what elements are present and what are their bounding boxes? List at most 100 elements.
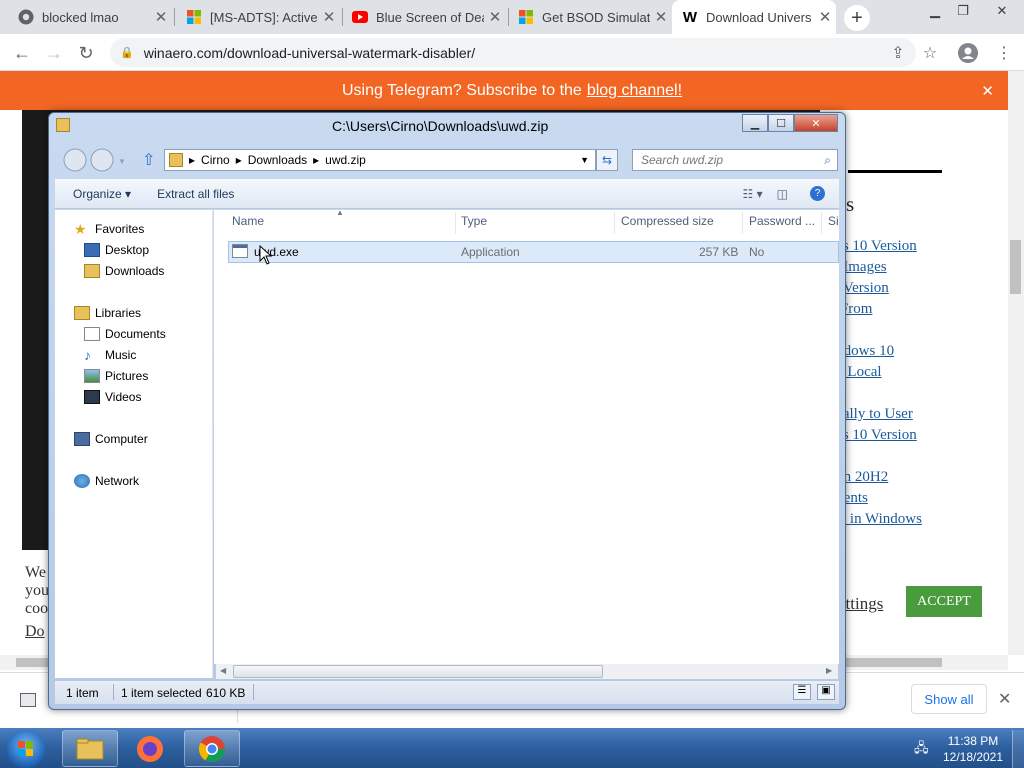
column-header-type[interactable]: Type	[461, 214, 487, 228]
new-tab-button[interactable]: +	[844, 5, 870, 31]
nav-favorites[interactable]: ★ Favorites	[74, 222, 144, 236]
nav-computer[interactable]: Computer	[74, 432, 148, 446]
share-icon[interactable]: ⇪	[886, 41, 910, 65]
nav-music[interactable]: ♪ Music	[84, 348, 136, 362]
taskbar-firefox-button[interactable]	[122, 730, 178, 767]
tab-title: blocked lmao	[42, 9, 119, 25]
page-scrollbar-thumb[interactable]	[1010, 240, 1021, 294]
nav-label: Libraries	[95, 306, 142, 320]
documents-icon	[84, 327, 100, 341]
breadcrumb-item[interactable]: Downloads	[248, 153, 307, 167]
accept-cookies-button[interactable]: ACCEPT	[906, 586, 982, 617]
minimize-icon[interactable]: ▁	[742, 114, 768, 132]
bookmark-star-icon[interactable]: ☆	[918, 41, 942, 65]
show-all-downloads-button[interactable]: Show all	[911, 684, 987, 714]
nav-documents[interactable]: Documents	[84, 327, 166, 341]
close-tab-icon[interactable]: ✕	[318, 8, 340, 26]
divider	[113, 684, 114, 700]
close-tab-icon[interactable]: ✕	[484, 8, 506, 26]
search-icon[interactable]: ⌕	[824, 153, 831, 168]
tab-blocked[interactable]: blocked lmao ✕	[8, 0, 172, 34]
tab-title: [MS-ADTS]: Active	[210, 9, 318, 25]
large-icons-view-icon[interactable]: ▣	[817, 684, 835, 700]
extract-all-button[interactable]: Extract all files	[157, 187, 234, 201]
column-header-name[interactable]: Name	[232, 214, 264, 228]
close-window-icon[interactable]: ✕	[794, 114, 838, 132]
close-download-bar-icon[interactable]: ✕	[998, 689, 1011, 709]
file-list-scrollbar-thumb[interactable]	[233, 665, 603, 678]
nav-pictures[interactable]: Pictures	[84, 369, 148, 383]
column-divider[interactable]	[821, 212, 822, 234]
chevron-right-icon[interactable]: ▸	[189, 153, 195, 167]
explorer-address-bar[interactable]: ▸ Cirno ▸ Downloads ▸ uwd.zip ▼	[164, 149, 596, 171]
forward-icon[interactable]: →	[40, 39, 68, 67]
tab-winaero[interactable]: W Download Univers ✕	[672, 0, 836, 34]
taskbar-explorer-button[interactable]	[62, 730, 118, 767]
back-icon[interactable]: ←	[8, 39, 36, 67]
nav-label: Desktop	[105, 243, 150, 257]
folder-icon	[76, 738, 104, 759]
nav-label: Pictures	[105, 369, 149, 383]
address-bar[interactable]: 🔒 winaero.com/download-universal-waterma…	[110, 38, 916, 67]
file-row-selected[interactable]	[228, 241, 839, 263]
search-input[interactable]: Search uwd.zip ⌕	[632, 149, 838, 171]
breadcrumb-item[interactable]: Cirno	[201, 153, 230, 167]
blog-channel-link[interactable]: blog channel!	[587, 82, 682, 100]
nav-downloads[interactable]: Downloads	[84, 264, 164, 278]
tab-bsod-simulator[interactable]: Get BSOD Simulato ✕	[508, 0, 672, 34]
item-count: 1 item	[66, 686, 99, 700]
column-header-size[interactable]: Si	[828, 214, 839, 228]
menu-dots-icon[interactable]: ⋮	[992, 41, 1016, 65]
restore-icon[interactable]: ❐	[948, 0, 978, 22]
nav-network[interactable]: Network	[74, 474, 139, 488]
column-header-password[interactable]: Password ...	[749, 214, 815, 228]
pictures-icon	[84, 369, 100, 383]
close-tab-icon[interactable]: ✕	[814, 8, 836, 26]
close-icon[interactable]: ✕	[981, 82, 994, 100]
profile-avatar-icon[interactable]	[956, 41, 980, 65]
banner-text: Using Telegram? Subscribe to the	[341, 81, 582, 99]
firefox-icon	[137, 735, 163, 762]
show-desktop-button[interactable]	[1012, 730, 1024, 768]
chevron-down-icon[interactable]: ▼	[580, 155, 589, 165]
tab-bsod-video[interactable]: Blue Screen of Dea ✕	[342, 0, 506, 34]
details-view-icon[interactable]: ☰	[793, 684, 811, 700]
nav-libraries[interactable]: Libraries	[74, 306, 141, 320]
page-scrollbar[interactable]	[1008, 71, 1024, 655]
minimize-icon[interactable]: ▁	[920, 0, 950, 22]
column-divider[interactable]	[455, 212, 456, 234]
chevron-right-icon[interactable]: ▸	[313, 153, 319, 167]
breadcrumb-item[interactable]: uwd.zip	[325, 153, 366, 167]
sort-arrow-icon: ▲	[336, 208, 344, 217]
cookie-text: We	[25, 564, 46, 581]
column-divider[interactable]	[742, 212, 743, 234]
column-divider[interactable]	[614, 212, 615, 234]
back-forward-buttons[interactable]: ▼	[62, 148, 126, 173]
microsoft-icon	[518, 9, 534, 25]
close-window-icon[interactable]: ✕	[984, 0, 1020, 22]
nav-videos[interactable]: Videos	[84, 390, 141, 404]
column-header-compressed-size[interactable]: Compressed size	[621, 214, 714, 228]
start-button[interactable]	[6, 730, 46, 768]
help-icon[interactable]: ?	[810, 186, 825, 201]
reload-icon[interactable]: ↻	[72, 39, 100, 67]
taskbar-clock[interactable]: 11:38 PM 12/18/2021	[938, 733, 1008, 765]
scroll-left-icon[interactable]: ◀	[220, 666, 226, 675]
organize-button[interactable]: Organize ▾	[73, 187, 131, 201]
close-tab-icon[interactable]: ✕	[150, 8, 172, 26]
close-tab-icon[interactable]: ✕	[650, 8, 672, 26]
tab-ms-adts[interactable]: [MS-ADTS]: Active ✕	[176, 0, 340, 34]
nav-desktop[interactable]: Desktop	[84, 243, 149, 257]
scroll-right-icon[interactable]: ▶	[826, 666, 832, 675]
chevron-right-icon[interactable]: ▸	[236, 153, 242, 167]
maximize-icon[interactable]: ☐	[768, 114, 794, 132]
downloaded-file-icon[interactable]	[20, 693, 36, 707]
star-icon: ★	[74, 221, 87, 237]
preview-pane-icon[interactable]: ◫	[777, 187, 788, 201]
cookie-link[interactable]: Do	[25, 623, 45, 641]
taskbar-chrome-button[interactable]	[184, 730, 240, 767]
up-arrow-icon[interactable]: ⇧	[142, 150, 155, 170]
network-tray-icon[interactable]: 🖧	[914, 739, 932, 755]
view-options-icon[interactable]: ☷ ▾	[743, 187, 763, 201]
refresh-icon[interactable]: ⇆	[596, 149, 618, 171]
